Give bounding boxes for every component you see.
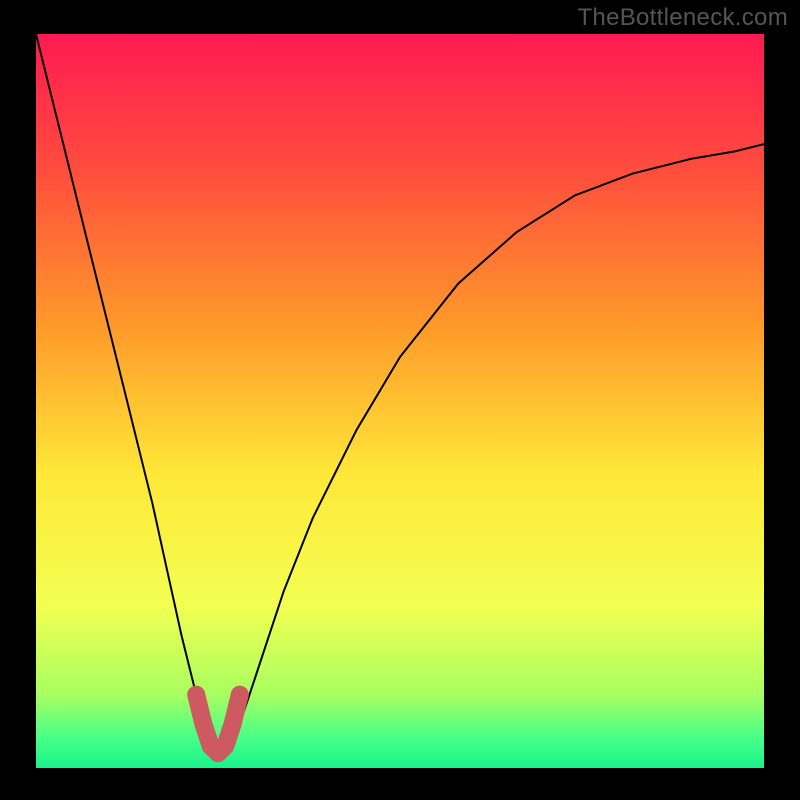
attribution-label: TheBottleneck.com xyxy=(577,4,788,32)
bottleneck-chart xyxy=(0,0,800,800)
plot-background xyxy=(36,34,764,768)
chart-frame: TheBottleneck.com xyxy=(0,0,800,800)
